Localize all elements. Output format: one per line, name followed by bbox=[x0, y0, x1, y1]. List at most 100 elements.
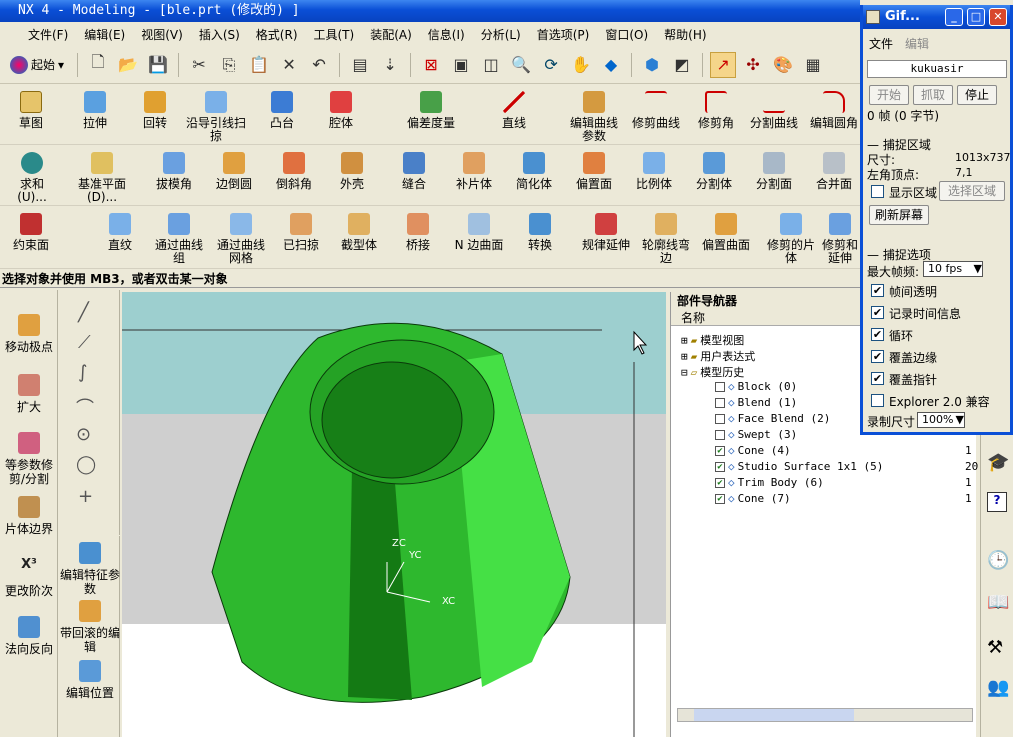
copy-icon[interactable]: ⎘ bbox=[216, 52, 242, 78]
menu-window[interactable]: 窗口(O) bbox=[597, 26, 656, 43]
offset-surface-button[interactable]: 偏置曲面 bbox=[698, 213, 754, 252]
horizontal-scrollbar[interactable] bbox=[677, 708, 973, 722]
gif-menu-edit[interactable]: 编辑 bbox=[905, 35, 929, 52]
paste-icon[interactable]: 📋 bbox=[246, 52, 272, 78]
feature-node[interactable]: ✔ ◇ Studio Surface 1x1 (5) bbox=[715, 460, 883, 473]
sew-button[interactable]: 缝合 bbox=[394, 152, 434, 191]
gif-option-checkbox[interactable]: ✔ bbox=[871, 350, 884, 363]
menu-analysis[interactable]: 分析(L) bbox=[473, 26, 529, 43]
scrollbar-thumb[interactable] bbox=[694, 709, 854, 721]
expand-plus-icon[interactable]: ⊞ bbox=[681, 350, 688, 363]
group-user-expressions[interactable]: ⊞ ▰ 用户表达式 bbox=[681, 348, 755, 364]
feature-node[interactable]: ◇ Swept (3) bbox=[715, 428, 797, 441]
gif-refresh-button[interactable]: 刷新屏幕 bbox=[869, 205, 929, 225]
gif-option-checkbox[interactable]: ✔ bbox=[871, 372, 884, 385]
point-icon[interactable]: + bbox=[78, 486, 93, 507]
patch-body-button[interactable]: 补片体 bbox=[450, 152, 498, 191]
snap-icon[interactable]: ✣ bbox=[740, 52, 766, 78]
divide-curve-button[interactable]: 分割曲线 bbox=[746, 91, 802, 130]
menu-info[interactable]: 信息(I) bbox=[420, 26, 473, 43]
change-degree-button[interactable]: X³ 更改阶次 bbox=[0, 558, 58, 599]
undo-icon[interactable]: ↶ bbox=[306, 52, 332, 78]
help-icon[interactable]: ? bbox=[987, 492, 1007, 512]
trim-extend-button[interactable]: 修剪和延伸 bbox=[822, 213, 858, 265]
palette-book-icon[interactable]: 📖 bbox=[987, 592, 1009, 613]
gif-option-checkbox[interactable]: ✔ bbox=[871, 284, 884, 297]
menu-format[interactable]: 格式(R) bbox=[248, 26, 306, 43]
edit-with-rollback-button[interactable]: 带回滚的编辑 bbox=[60, 600, 120, 654]
layer-icon[interactable]: ▦ bbox=[800, 52, 826, 78]
section-body-button[interactable]: 截型体 bbox=[336, 213, 382, 252]
rotate-icon[interactable]: ⟳ bbox=[538, 52, 564, 78]
feature-checkbox[interactable] bbox=[715, 381, 725, 392]
gif-show-area-checkbox[interactable] bbox=[871, 185, 884, 198]
edit-position-button[interactable]: 编辑位置 bbox=[60, 660, 120, 700]
reverse-normal-button[interactable]: 法向反向 bbox=[0, 616, 58, 656]
menu-tools[interactable]: 工具(T) bbox=[306, 26, 363, 43]
law-extension-button[interactable]: 规律延伸 bbox=[578, 213, 634, 252]
feature-node[interactable]: ◇ Face Blend (2) bbox=[715, 412, 830, 425]
line-tool-icon[interactable]: ╱ bbox=[78, 302, 89, 323]
iso-trim-button[interactable]: 等参数修剪/分割 bbox=[0, 432, 58, 486]
extrude-button[interactable]: 拉伸 bbox=[78, 91, 112, 130]
draft-button[interactable]: 拔模角 bbox=[150, 152, 198, 191]
zoom-window-icon[interactable]: ▣ bbox=[448, 52, 474, 78]
palette-icon[interactable]: 🎨 bbox=[770, 52, 796, 78]
gif-stop-button[interactable]: 停止 bbox=[957, 85, 997, 105]
history-clock-icon[interactable]: 🕒 bbox=[987, 550, 1009, 571]
line-points-icon[interactable]: ⟋ bbox=[78, 332, 91, 353]
swept-button[interactable]: 已扫掠 bbox=[278, 213, 324, 252]
gif-select-area-button[interactable]: 选择区域 bbox=[939, 181, 1005, 201]
feature-checkbox[interactable]: ✔ bbox=[715, 461, 725, 472]
feature-node[interactable]: ✔ ◇ Cone (7) bbox=[715, 492, 791, 505]
users-icon[interactable]: 👥 bbox=[987, 677, 1009, 698]
gif-rec-size-select[interactable]: 100% ▼ bbox=[917, 412, 965, 428]
sheet-boundary-button[interactable]: 片体边界 bbox=[0, 496, 58, 536]
shaded-cube-icon[interactable]: ⬢ bbox=[639, 52, 665, 78]
open-folder-icon[interactable]: 📂 bbox=[115, 52, 141, 78]
group-model-views[interactable]: ⊞ ▰ 模型视图 bbox=[681, 332, 744, 348]
transform-button[interactable]: 转换 bbox=[520, 213, 560, 252]
gif-option-checkbox[interactable] bbox=[871, 394, 884, 407]
feature-checkbox[interactable]: ✔ bbox=[715, 445, 725, 456]
render-icon[interactable]: ◆ bbox=[598, 52, 624, 78]
close-icon[interactable]: ✕ bbox=[989, 8, 1007, 26]
select-filter-icon[interactable]: ⇣ bbox=[377, 52, 403, 78]
roles-icon[interactable]: ⚒ bbox=[987, 637, 1003, 658]
feature-checkbox[interactable]: ✔ bbox=[715, 493, 725, 504]
collapse-minus-icon[interactable]: ⊟ bbox=[681, 366, 688, 379]
merge-face-button[interactable]: 合并面 bbox=[810, 152, 858, 191]
constrain-face-button[interactable]: 约束面 bbox=[8, 213, 54, 252]
graphics-viewport[interactable]: ZC YC XC bbox=[122, 292, 666, 737]
gif-max-fps-select[interactable]: 10 fps ▼ bbox=[923, 261, 983, 277]
split-body-button[interactable]: 分割体 bbox=[690, 152, 738, 191]
arc-icon[interactable]: ⌒ bbox=[76, 394, 94, 420]
contour-flange-button[interactable]: 轮廓线弯边 bbox=[640, 213, 692, 265]
spline-icon[interactable]: ∫ bbox=[78, 362, 87, 383]
gif-capture-button[interactable]: 抓取 bbox=[913, 85, 953, 105]
gif-start-button[interactable]: 开始 bbox=[869, 85, 909, 105]
gif-menu-file[interactable]: 文件 bbox=[869, 35, 893, 52]
graduation-cap-icon[interactable]: 🎓 bbox=[987, 452, 1009, 473]
gif-option-checkbox[interactable]: ✔ bbox=[871, 306, 884, 319]
zoom-box-icon[interactable]: ◫ bbox=[478, 52, 504, 78]
expand-plus-icon[interactable]: ⊞ bbox=[681, 334, 688, 347]
circle-center-icon[interactable]: ⊙ bbox=[76, 424, 91, 445]
split-face-button[interactable]: 分割面 bbox=[750, 152, 798, 191]
menu-insert[interactable]: 插入(S) bbox=[191, 26, 248, 43]
trim-corner-button[interactable]: 修剪角 bbox=[694, 91, 738, 130]
menu-preferences[interactable]: 首选项(P) bbox=[529, 26, 598, 43]
unite-button[interactable]: 求和(U)... bbox=[12, 152, 52, 204]
feature-checkbox[interactable]: ✔ bbox=[715, 477, 725, 488]
start-button[interactable]: 起始 ▾ bbox=[4, 55, 70, 74]
group-model-history[interactable]: ⊟ ▱ 模型历史 bbox=[681, 364, 744, 380]
chamfer-button[interactable]: 倒斜角 bbox=[270, 152, 318, 191]
edge-blend-button[interactable]: 边倒圆 bbox=[210, 152, 258, 191]
new-file-icon[interactable]: 🗋 bbox=[85, 52, 111, 78]
trimmed-sheet-button[interactable]: 修剪的片体 bbox=[762, 213, 820, 265]
view-orient-icon[interactable]: ◩ bbox=[669, 52, 695, 78]
save-icon[interactable]: 💾 bbox=[145, 52, 171, 78]
edit-curve-params-button[interactable]: 编辑曲线参数 bbox=[566, 91, 622, 143]
datum-plane-button[interactable]: 基准平面(D)... bbox=[72, 152, 132, 204]
move-pole-button[interactable]: 移动极点 bbox=[0, 314, 58, 354]
